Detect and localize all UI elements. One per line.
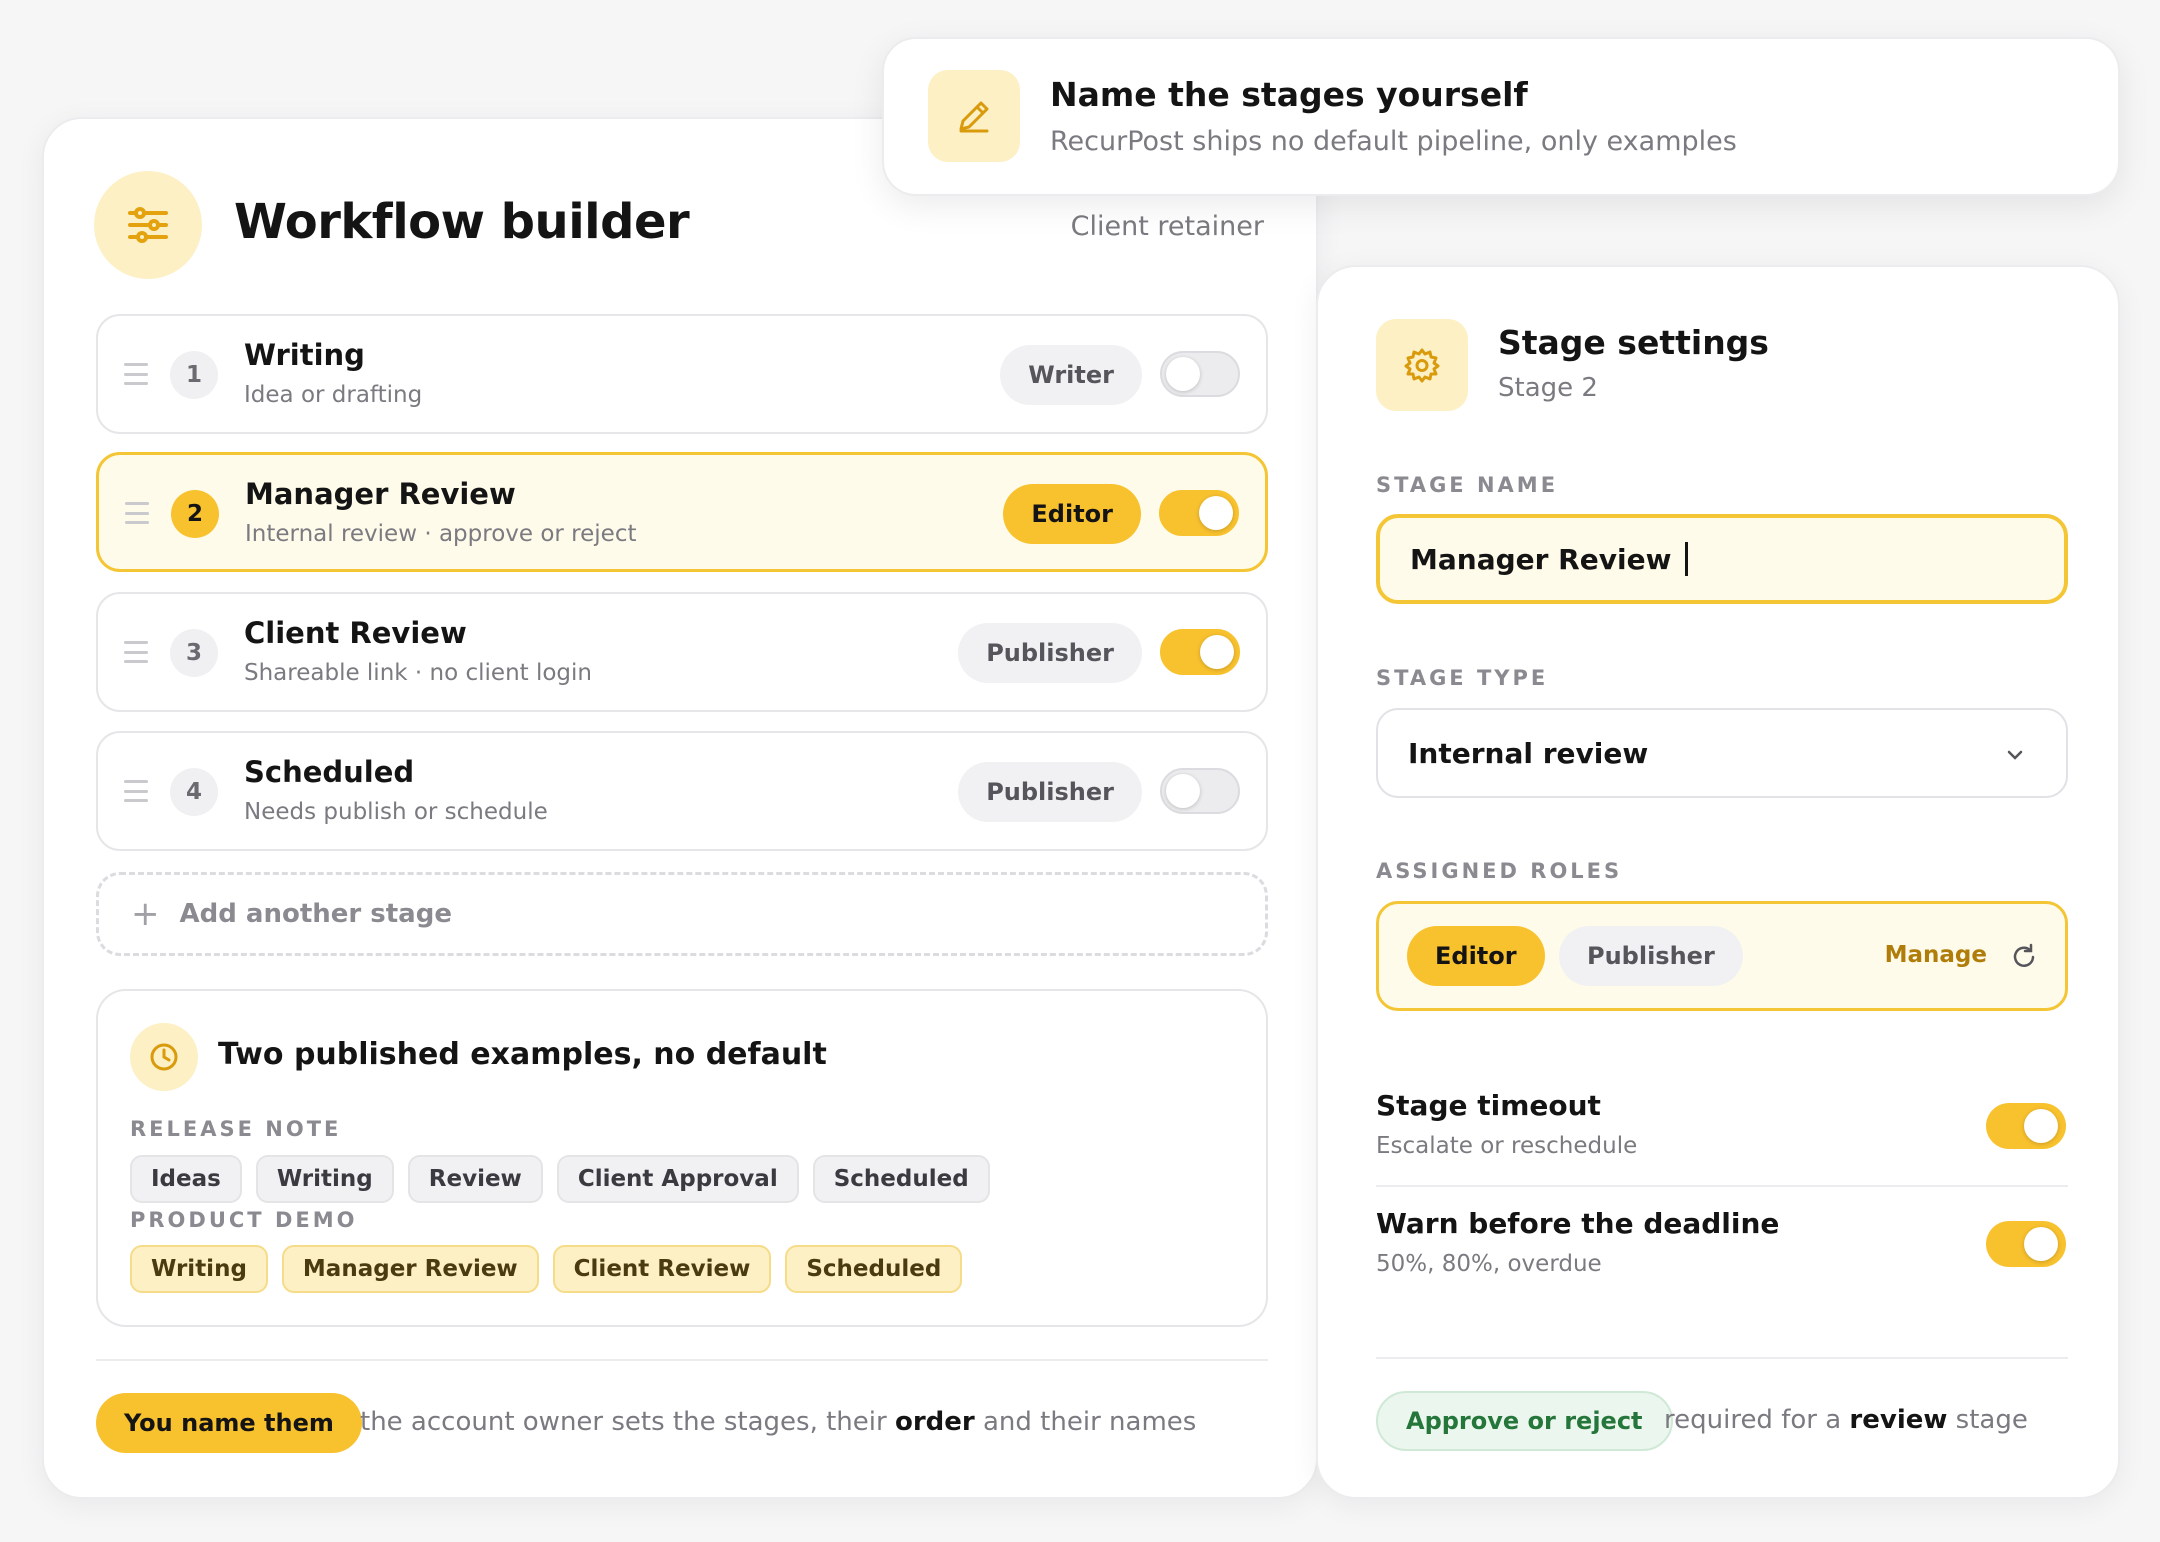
drag-handle-icon[interactable] bbox=[124, 363, 148, 385]
stage-role-chip[interactable]: Publisher bbox=[958, 623, 1142, 683]
stage-toggle[interactable] bbox=[1159, 490, 1239, 536]
footer-text-before: the account owner sets the stages, their bbox=[360, 1407, 887, 1437]
stage-name-value: Manager Review bbox=[1410, 542, 1672, 576]
settings-subtitle: Stage 2 bbox=[1498, 373, 1598, 403]
stage-type-label: STAGE TYPE bbox=[1376, 666, 1549, 690]
settings-footer-text: required for a review stage bbox=[1664, 1405, 2028, 1435]
stage-subtitle: Needs publish or schedule bbox=[244, 799, 548, 825]
stage-subtitle: Idea or drafting bbox=[244, 382, 423, 408]
stage-title: Client Review bbox=[244, 616, 467, 650]
drag-handle-icon[interactable] bbox=[125, 502, 149, 524]
divider bbox=[96, 1359, 1268, 1361]
clock-icon bbox=[130, 1023, 198, 1091]
sliders-icon bbox=[94, 171, 202, 279]
example-chip: Review bbox=[407, 1155, 543, 1203]
stage-type-value: Internal review bbox=[1408, 736, 1649, 770]
info-note-card: Name the stages yourself RecurPost ships… bbox=[882, 37, 2120, 196]
gear-icon bbox=[1376, 319, 1468, 411]
note-title: Name the stages yourself bbox=[1050, 75, 1528, 114]
stage-role-chip[interactable]: Editor bbox=[1003, 484, 1141, 544]
example-chip: Scheduled bbox=[785, 1245, 963, 1293]
page-title: Workflow builder bbox=[234, 194, 690, 250]
option-subtitle-warn: 50%, 80%, overdue bbox=[1376, 1251, 1602, 1277]
workflow-context: Client retainer bbox=[1070, 211, 1264, 242]
role-chip-editor[interactable]: Editor bbox=[1407, 926, 1545, 986]
settings-footer-before: required for a bbox=[1664, 1405, 1842, 1435]
settings-title: Stage settings bbox=[1498, 323, 1769, 362]
stage-role-chip[interactable]: Publisher bbox=[958, 762, 1142, 822]
stage-number: 2 bbox=[171, 490, 219, 538]
workflow-builder-card: Workflow builder Client retainer 1 Writi… bbox=[42, 117, 1318, 1499]
stage-settings-card: Stage settings Stage 2 STAGE NAME Manage… bbox=[1316, 265, 2120, 1499]
example-chip: Writing bbox=[130, 1245, 268, 1293]
stage-role-chip[interactable]: Writer bbox=[1000, 345, 1142, 405]
stage-row-manager-review[interactable]: 2 Manager Review Internal review · appro… bbox=[96, 452, 1268, 572]
stage-number: 4 bbox=[170, 768, 218, 816]
example-chip: Ideas bbox=[130, 1155, 242, 1203]
stage-subtitle: Internal review · approve or reject bbox=[245, 521, 637, 547]
chevron-down-icon bbox=[2007, 750, 2023, 760]
stage-title: Scheduled bbox=[244, 755, 415, 789]
examples-panel: Two published examples, no default RELEA… bbox=[96, 989, 1268, 1327]
add-stage-button[interactable]: + Add another stage bbox=[96, 872, 1268, 956]
footer-text-bold: order bbox=[894, 1407, 975, 1437]
footer-text-after: and their names bbox=[983, 1407, 1197, 1437]
stage-toggle[interactable] bbox=[1160, 629, 1240, 675]
example-chip: Client Approval bbox=[556, 1155, 799, 1203]
stage-name-label: STAGE NAME bbox=[1376, 473, 1559, 497]
footer-pill: You name them bbox=[96, 1393, 362, 1453]
approve-reject-badge: Approve or reject bbox=[1376, 1391, 1673, 1451]
stage-timeout-toggle[interactable] bbox=[1986, 1103, 2066, 1149]
example-chips-release-note: Ideas Writing Review Client Approval Sch… bbox=[130, 1155, 990, 1203]
stage-title: Manager Review bbox=[245, 477, 516, 511]
example-chip: Scheduled bbox=[812, 1155, 990, 1203]
assigned-roles-label: ASSIGNED ROLES bbox=[1376, 859, 1623, 883]
stage-row-client-review[interactable]: 3 Client Review Shareable link · no clie… bbox=[96, 592, 1268, 712]
warn-deadline-toggle[interactable] bbox=[1986, 1221, 2066, 1267]
option-subtitle-timeout: Escalate or reschedule bbox=[1376, 1133, 1638, 1159]
example-chip: Writing bbox=[255, 1155, 394, 1203]
stage-title: Writing bbox=[244, 338, 365, 372]
stage-number: 1 bbox=[170, 351, 218, 399]
refresh-icon[interactable] bbox=[2009, 942, 2039, 972]
settings-footer-bold: review bbox=[1849, 1405, 1948, 1435]
stage-row-scheduled[interactable]: 4 Scheduled Needs publish or schedule Pu… bbox=[96, 731, 1268, 851]
example-label-product-demo: PRODUCT DEMO bbox=[130, 1208, 358, 1232]
note-subtitle: RecurPost ships no default pipeline, onl… bbox=[1050, 126, 1737, 157]
assigned-roles-box: Editor Publisher Manage bbox=[1376, 901, 2068, 1011]
stage-name-input[interactable]: Manager Review bbox=[1376, 514, 2068, 604]
option-title-timeout: Stage timeout bbox=[1376, 1089, 1601, 1122]
example-label-release-note: RELEASE NOTE bbox=[130, 1117, 342, 1141]
example-chip: Manager Review bbox=[281, 1245, 539, 1293]
manage-roles-link[interactable]: Manage bbox=[1885, 942, 1987, 968]
drag-handle-icon[interactable] bbox=[124, 641, 148, 663]
examples-title: Two published examples, no default bbox=[218, 1037, 827, 1072]
stage-toggle[interactable] bbox=[1160, 351, 1240, 397]
stage-number: 3 bbox=[170, 629, 218, 677]
example-chip: Client Review bbox=[552, 1245, 772, 1293]
divider bbox=[1376, 1357, 2068, 1359]
option-title-warn: Warn before the deadline bbox=[1376, 1207, 1780, 1240]
stage-subtitle: Shareable link · no client login bbox=[244, 660, 592, 686]
stage-toggle[interactable] bbox=[1160, 768, 1240, 814]
text-caret bbox=[1685, 542, 1689, 576]
divider bbox=[1376, 1185, 2068, 1187]
stage-row-writing[interactable]: 1 Writing Idea or drafting Writer bbox=[96, 314, 1268, 434]
plus-icon: + bbox=[131, 894, 160, 934]
example-chips-product-demo: Writing Manager Review Client Review Sch… bbox=[130, 1245, 963, 1293]
add-stage-label: Add another stage bbox=[179, 899, 452, 929]
settings-footer-after: stage bbox=[1955, 1405, 2028, 1435]
footer-text: the account owner sets the stages, their… bbox=[360, 1407, 1196, 1437]
pencil-icon bbox=[928, 70, 1020, 162]
role-chip-publisher[interactable]: Publisher bbox=[1559, 926, 1743, 986]
stage-type-select[interactable]: Internal review bbox=[1376, 708, 2068, 798]
drag-handle-icon[interactable] bbox=[124, 780, 148, 802]
